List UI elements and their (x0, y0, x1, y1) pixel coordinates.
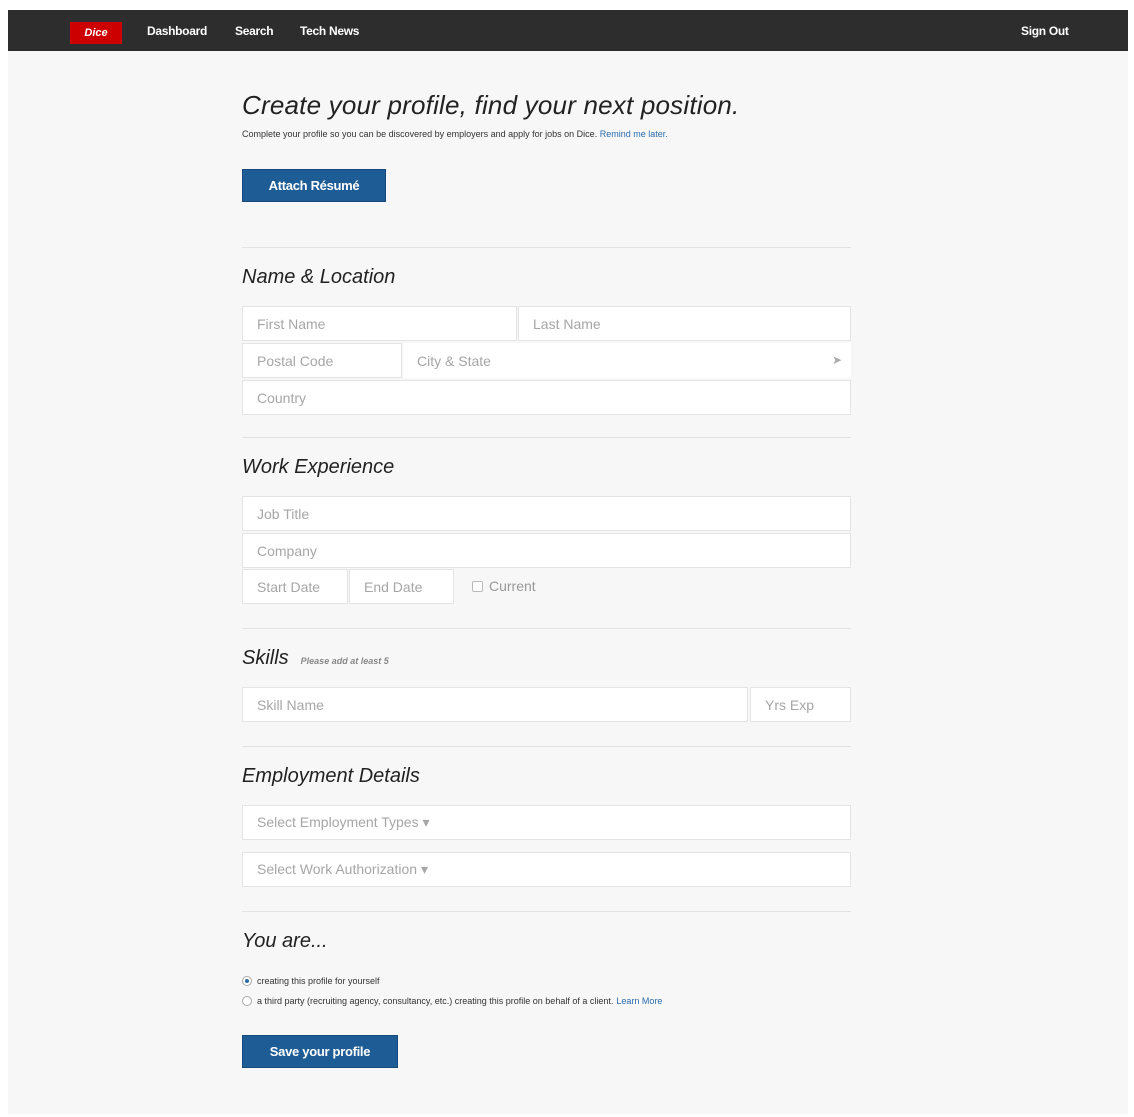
caret-down-icon: ▾ (422, 814, 430, 830)
page: Dice Dashboard Search Tech News Sign Out… (8, 10, 1128, 1114)
attach-resume-button[interactable]: Attach Résumé (242, 169, 386, 202)
start-date-input[interactable] (242, 569, 348, 604)
top-navigation-bar: Dice Dashboard Search Tech News Sign Out (8, 10, 1128, 51)
you-are-heading: You are... (242, 930, 328, 952)
employment-types-select[interactable]: Select Employment Types ▾ (242, 805, 851, 840)
radio-self-label: creating this profile for yourself (257, 976, 380, 986)
name-location-heading: Name & Location (242, 266, 396, 288)
end-date-input[interactable] (349, 569, 454, 604)
nav-search-link[interactable]: Search (235, 24, 274, 38)
dice-logo[interactable]: Dice (70, 22, 122, 44)
nav-dashboard-link[interactable]: Dashboard (147, 24, 207, 38)
work-experience-heading: Work Experience (242, 456, 395, 478)
first-name-input[interactable] (242, 306, 517, 341)
learn-more-link[interactable]: Learn More (616, 996, 662, 1006)
skills-title: Skills (242, 647, 289, 669)
location-arrow-icon[interactable]: ➤ (832, 344, 842, 377)
country-input[interactable] (242, 380, 851, 415)
caret-down-icon: ▾ (420, 861, 428, 877)
employment-details-heading: Employment Details (242, 765, 420, 787)
employment-types-label: Select Employment Types (257, 814, 419, 830)
nav-tech-news-link[interactable]: Tech News (300, 24, 359, 38)
work-authorization-label: Select Work Authorization (257, 861, 418, 877)
skill-name-input[interactable] (242, 687, 748, 722)
remind-me-later-link[interactable]: Remind me later. (600, 129, 668, 139)
radio-self[interactable] (242, 976, 252, 986)
section-divider (242, 911, 851, 912)
current-checkbox[interactable] (472, 580, 483, 592)
intro-text: Complete your profile so you can be disc… (242, 129, 668, 139)
intro-description: Complete your profile so you can be disc… (242, 129, 598, 139)
city-state-field: ➤ (403, 343, 851, 378)
years-experience-input[interactable] (750, 687, 851, 722)
current-checkbox-group[interactable]: Current (472, 578, 536, 594)
radio-option-third-party[interactable]: a third party (recruiting agency, consul… (242, 996, 662, 1006)
radio-option-self[interactable]: creating this profile for yourself (242, 976, 380, 986)
work-authorization-select[interactable]: Select Work Authorization ▾ (242, 852, 851, 887)
city-state-input[interactable] (403, 343, 851, 378)
section-divider (242, 746, 851, 747)
save-profile-button[interactable]: Save your profile (242, 1035, 398, 1068)
page-title: Create your profile, find your next posi… (242, 90, 740, 120)
job-title-input[interactable] (242, 496, 851, 531)
radio-third-party-label: a third party (recruiting agency, consul… (257, 996, 614, 1006)
sign-out-link[interactable]: Sign Out (1021, 24, 1069, 38)
skills-hint: Please add at least 5 (300, 656, 389, 666)
section-divider (242, 437, 851, 438)
skills-heading: Skills Please add at least 5 (242, 647, 389, 670)
section-divider (242, 628, 851, 629)
section-divider (242, 247, 851, 248)
radio-third-party[interactable] (242, 996, 252, 1006)
postal-code-input[interactable] (242, 343, 402, 378)
last-name-input[interactable] (518, 306, 851, 341)
company-input[interactable] (242, 533, 851, 568)
current-label: Current (489, 578, 536, 594)
